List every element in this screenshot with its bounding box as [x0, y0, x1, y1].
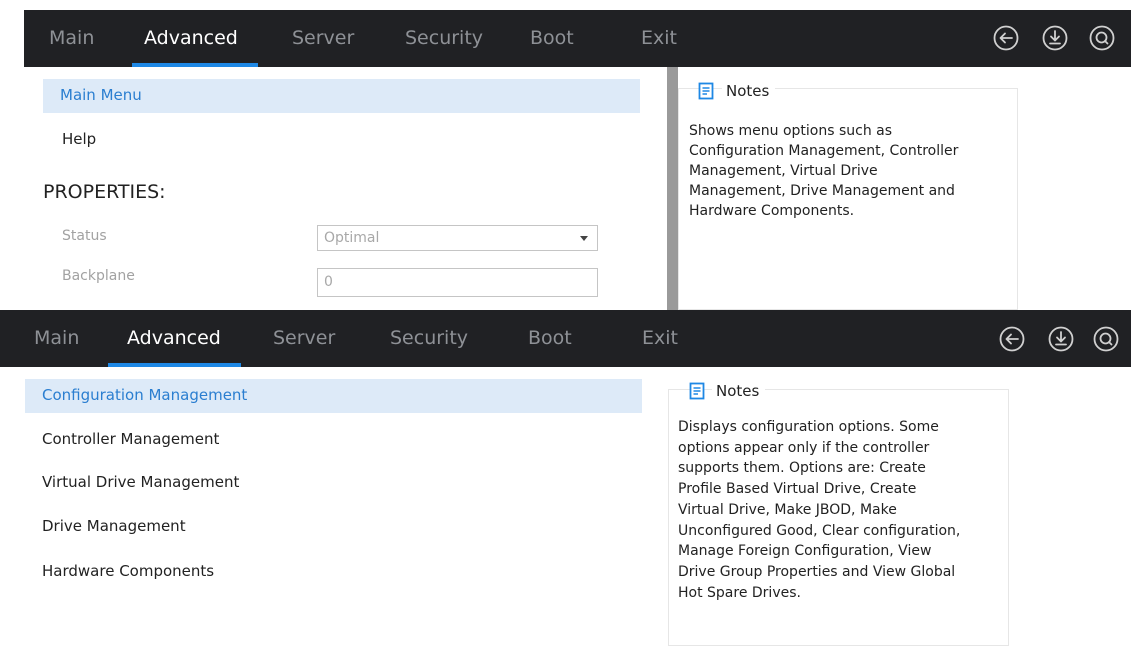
tab-main[interactable]: Main — [49, 27, 94, 49]
notes-line: options appear only if the controller — [678, 439, 930, 456]
notes-line: Virtual Drive, Make JBOD, Make — [678, 501, 897, 518]
notes-line: Profile Based Virtual Drive, Create — [678, 481, 917, 498]
notes-line: Management, Virtual Drive — [689, 163, 878, 179]
tab-boot[interactable]: Boot — [528, 327, 572, 349]
main-menu-item[interactable]: Main Menu — [43, 79, 640, 113]
tab-boot[interactable]: Boot — [530, 27, 574, 49]
menu-item-drive-management[interactable]: Drive Management — [42, 517, 186, 535]
notes-icon — [698, 82, 714, 100]
notes-line: Hardware Components. — [689, 203, 855, 219]
tab-security[interactable]: Security — [405, 27, 483, 49]
scrollbar[interactable] — [667, 67, 678, 310]
tab-server[interactable]: Server — [273, 327, 335, 349]
notes-line: Unconfigured Good, Clear configuration, — [678, 522, 961, 539]
status-label: Status — [62, 228, 107, 244]
menu-item-controller-management[interactable]: Controller Management — [42, 430, 219, 448]
top-navbar: Main Advanced Server Security Boot Exit — [24, 10, 1131, 67]
notes-title: Notes — [712, 382, 766, 400]
tab-exit[interactable]: Exit — [642, 327, 678, 349]
active-tab-indicator — [132, 63, 258, 67]
menu-item-hardware-components[interactable]: Hardware Components — [42, 562, 214, 580]
notes-line: Shows menu options such as — [689, 123, 893, 139]
notes-text: Displays configuration options. Some opt… — [678, 417, 1008, 603]
tab-exit[interactable]: Exit — [641, 27, 677, 49]
notes-line: Management, Drive Management and — [689, 183, 955, 199]
tab-server[interactable]: Server — [292, 27, 354, 49]
notes-line: Manage Foreign Configuration, View — [678, 543, 932, 560]
notes-line: Hot Spare Drives. — [678, 584, 801, 601]
search-icon[interactable] — [1092, 325, 1120, 353]
back-arrow-icon[interactable] — [992, 24, 1020, 52]
notes-line: Configuration Management, Controller — [689, 143, 959, 159]
backplane-label: Backplane — [62, 268, 135, 284]
menu-item-virtual-drive-management[interactable]: Virtual Drive Management — [42, 473, 239, 491]
chevron-down-icon — [580, 236, 588, 241]
tab-main[interactable]: Main — [34, 327, 79, 349]
backplane-value: 0 — [324, 274, 333, 290]
search-icon[interactable] — [1088, 24, 1116, 52]
backplane-field[interactable]: 0 — [317, 268, 598, 297]
active-tab-indicator — [108, 363, 241, 367]
bottom-navbar: Main Advanced Server Security Boot Exit — [0, 310, 1131, 367]
notes-line: supports them. Options are: Create — [678, 460, 926, 477]
help-item[interactable]: Help — [62, 130, 96, 148]
menu-item-configuration-management[interactable]: Configuration Management — [25, 379, 642, 413]
download-icon[interactable] — [1047, 325, 1075, 353]
properties-heading: PROPERTIES: — [43, 181, 166, 203]
back-arrow-icon[interactable] — [998, 325, 1026, 353]
tab-security[interactable]: Security — [390, 327, 468, 349]
notes-icon — [689, 382, 705, 400]
notes-line: Drive Group Properties and View Global — [678, 563, 956, 580]
notes-text: Shows menu options such as Configuration… — [689, 121, 1009, 221]
notes-line: Displays configuration options. Some — [678, 419, 939, 435]
tab-advanced[interactable]: Advanced — [144, 27, 238, 49]
tab-advanced[interactable]: Advanced — [127, 327, 221, 349]
download-icon[interactable] — [1041, 24, 1069, 52]
notes-title: Notes — [722, 82, 776, 100]
status-dropdown[interactable]: Optimal — [317, 225, 598, 251]
status-value: Optimal — [324, 230, 380, 246]
